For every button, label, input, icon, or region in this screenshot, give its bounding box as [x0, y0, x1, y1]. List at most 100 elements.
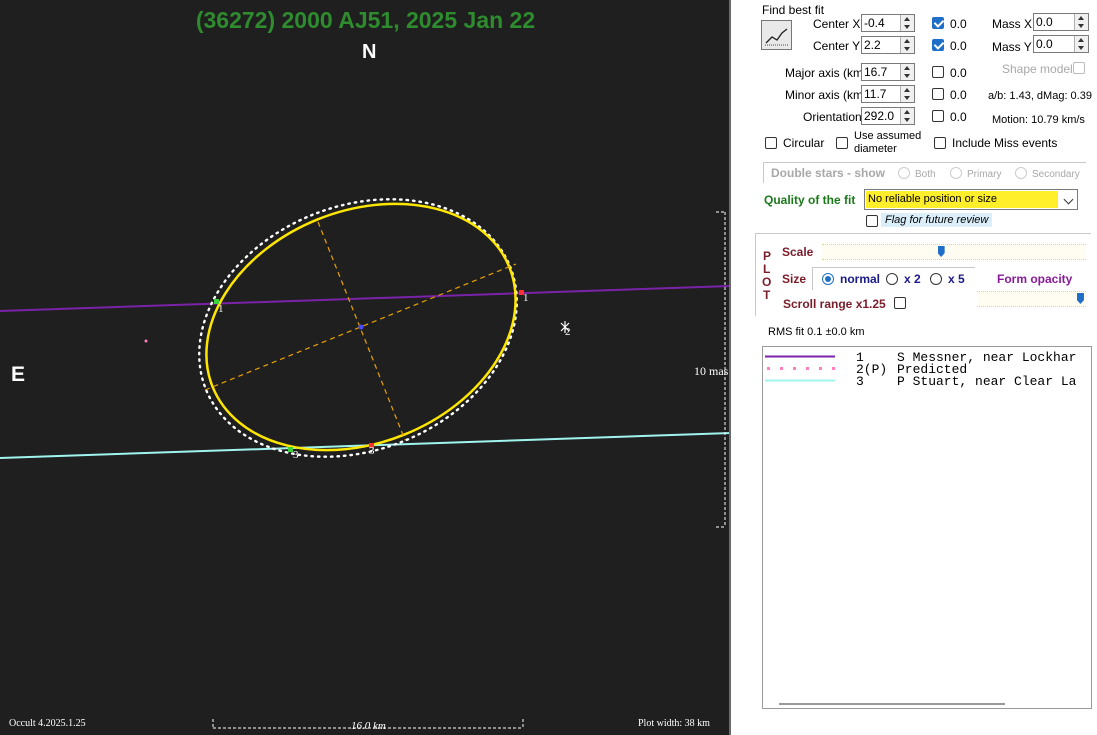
spinner-arrows-icon[interactable] [1074, 14, 1088, 30]
north-label: N [362, 41, 377, 63]
scale-label: Scale [782, 245, 814, 259]
spinner-arrows-icon[interactable] [900, 86, 914, 102]
mass-y-input[interactable]: 0.0 [1033, 35, 1089, 53]
center-x-checkbox[interactable] [932, 17, 944, 29]
minor-axis-input[interactable]: 11.7 [861, 85, 915, 103]
use-assumed-diameter-checkbox[interactable] [836, 137, 848, 149]
quality-value: No reliable position or size [866, 191, 1058, 208]
center-y-extra: 0.0 [950, 39, 967, 53]
spinner-arrows-icon[interactable] [1074, 36, 1088, 52]
primary-radio[interactable] [950, 167, 962, 179]
double-stars-label: Double stars - show [771, 166, 886, 180]
size-x2-label: x 2 [904, 272, 921, 286]
size-label: Size [782, 272, 807, 286]
center-y-input[interactable]: 2.2 [861, 36, 915, 54]
spinner-arrows-icon[interactable] [900, 37, 914, 53]
major-axis-input[interactable]: 16.7 [861, 63, 915, 81]
orientation-extra: 0.0 [950, 110, 967, 124]
size-normal-label: normal [840, 272, 881, 286]
primary-label: Primary [967, 169, 1002, 180]
scroll-range-label: Scroll range x1.25 [783, 297, 886, 311]
chevron-down-icon[interactable] [1063, 194, 1074, 205]
major-axis-checkbox[interactable] [932, 66, 944, 78]
form-opacity-label: Form opacity [997, 272, 1073, 286]
major-axis-label: Major axis (km) [785, 66, 868, 80]
secondary-label: Secondary [1032, 169, 1080, 180]
chord-1-line [0, 285, 731, 312]
form-opacity-slider[interactable] [977, 291, 1086, 307]
minor-axis-checkbox[interactable] [932, 88, 944, 100]
ab-info: a/b: 1.43, dMag: 0.39 [988, 90, 1092, 102]
occultation-plot[interactable]: (36272) 2000 AJ51, 2025 Jan 22 N E 1 1 2… [0, 0, 731, 735]
orientation-label: Orientation [803, 110, 862, 124]
secondary-radio[interactable] [1015, 167, 1027, 179]
find-best-fit-button[interactable] [761, 20, 792, 50]
chord-label-3-left: 3 [293, 449, 299, 461]
shape-model-label: Shape model [1002, 62, 1073, 76]
orientation-input[interactable]: 292.0 [861, 107, 915, 125]
spinner-arrows-icon[interactable] [900, 64, 914, 80]
mass-x-label: Mass X [992, 17, 1033, 31]
minor-axis-line [317, 221, 406, 441]
form-opacity-slider-thumb[interactable] [1076, 293, 1084, 304]
center-x-extra: 0.0 [950, 17, 967, 31]
circular-label: Circular [783, 136, 825, 150]
include-miss-label: Include Miss events [952, 136, 1058, 150]
size-x5-label: x 5 [948, 272, 965, 286]
chord-label-1-left: 1 [218, 303, 224, 315]
motion-info: Motion: 10.79 km/s [992, 114, 1085, 126]
mass-y-label: Mass Y [992, 40, 1032, 54]
minor-axis-extra: 0.0 [950, 88, 967, 102]
scale-label: 10 mas [694, 364, 729, 378]
scale-slider-thumb[interactable] [937, 246, 945, 257]
plot-letter-l: L [763, 262, 771, 276]
circular-checkbox[interactable] [765, 137, 777, 149]
center-y-checkbox[interactable] [932, 39, 944, 51]
scroll-range-checkbox[interactable] [894, 297, 906, 309]
center-y-label: Center Y [813, 39, 861, 53]
find-best-fit-label: Find best fit [762, 3, 825, 17]
both-radio[interactable] [898, 167, 910, 179]
legend-swatch-solid [765, 379, 835, 382]
scale-slider[interactable] [822, 244, 1086, 260]
width-label: 16.0 km [351, 720, 386, 732]
center-x-label: Center X [813, 17, 861, 31]
size-normal-radio[interactable] [822, 273, 834, 285]
chord-2-miss-marker-west [144, 339, 148, 343]
major-axis-extra: 0.0 [950, 66, 967, 80]
quality-label: Quality of the fit [764, 193, 856, 207]
plot-title: (36272) 2000 AJ51, 2025 Jan 22 [195, 7, 536, 33]
legend-num: 3 [856, 374, 864, 389]
center-marker [358, 324, 364, 330]
legend-box[interactable]: 1 S Messner, near Lockhar 2(P) Predicted… [762, 346, 1092, 709]
size-x2-radio[interactable] [886, 273, 898, 285]
both-label: Both [915, 169, 936, 180]
spinner-arrows-icon[interactable] [900, 108, 914, 124]
spinner-arrows-icon[interactable] [900, 15, 914, 31]
orientation-checkbox[interactable] [932, 110, 944, 122]
east-label: E [11, 363, 26, 386]
legend-text: P Stuart, near Clear La [897, 374, 1077, 389]
quality-select[interactable]: No reliable position or size [864, 189, 1078, 210]
legend-scrollbar[interactable] [779, 703, 1005, 705]
plot-letter-o: O [762, 275, 772, 289]
flag-review-checkbox[interactable] [866, 215, 878, 227]
use-assumed-label: Use assumed [854, 130, 922, 142]
mass-x-input[interactable]: 0.0 [1033, 13, 1089, 31]
flag-review-label: Flag for future review [881, 213, 993, 227]
include-miss-checkbox[interactable] [934, 137, 946, 149]
chart-fit-icon [765, 28, 788, 46]
plot-letter-t: T [763, 288, 771, 302]
legend-row: 3 P Stuart, near Clear La [763, 374, 1091, 389]
chord-label-1-right: 1 [523, 292, 529, 304]
chord-label-2: 2 [565, 326, 571, 338]
plot-width-label: Plot width: 38 km [638, 718, 710, 729]
plot-letter-p: P [763, 249, 772, 263]
rms-fit-label: RMS fit 0.1 ±0.0 km [768, 326, 865, 338]
center-x-input[interactable]: -0.4 [861, 14, 915, 32]
chord-label-3-right: 3 [369, 445, 375, 457]
shape-model-checkbox[interactable] [1073, 62, 1085, 74]
size-x5-radio[interactable] [930, 273, 942, 285]
minor-axis-label: Minor axis (km) [785, 88, 868, 102]
diameter-label: diameter [854, 143, 897, 155]
